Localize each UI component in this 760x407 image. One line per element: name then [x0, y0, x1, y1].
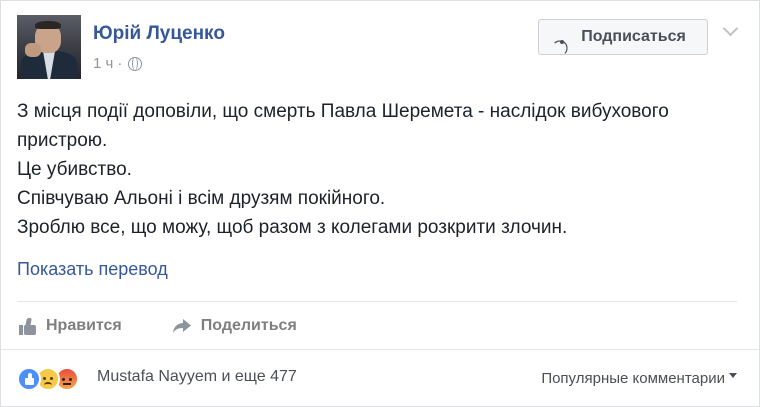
share-button-label: Поделиться [200, 317, 297, 334]
avatar-hair [35, 21, 61, 29]
follow-button-label: Подписаться [581, 28, 686, 45]
post-timestamp[interactable]: 1 ч [93, 55, 113, 72]
post-meta: 1 ч · [93, 55, 143, 72]
comment-sort-label: Популярные комментарии [541, 370, 725, 387]
like-button-label: Нравится [46, 317, 122, 334]
divider [1, 349, 759, 350]
follow-button[interactable]: Подписаться [538, 19, 708, 55]
chevron-down-icon[interactable] [723, 23, 737, 37]
avatar-hand [25, 43, 41, 57]
reaction-icons[interactable] [17, 367, 79, 391]
like-reaction-icon [17, 367, 41, 391]
post-body: З місця події доповіли, що смерть Павла … [17, 97, 737, 242]
author-name[interactable]: Юрій Луценко [93, 23, 225, 45]
divider [17, 301, 737, 302]
post-line: Зроблю все, що можу, щоб разом з колегам… [17, 217, 568, 238]
share-arrow-icon [172, 318, 192, 334]
post-line: З місця події доповіли, що смерть Павла … [17, 101, 669, 151]
rss-icon [560, 30, 574, 44]
show-translation-link[interactable]: Показать перевод [17, 259, 168, 280]
meta-separator: · [117, 55, 123, 72]
post-line: Співчуваю Альоні і всім друзям покійного… [17, 188, 386, 209]
caret-down-icon [729, 373, 737, 378]
globe-icon[interactable] [128, 56, 143, 71]
share-button[interactable]: Поделиться [172, 315, 297, 337]
action-bar: Нравится Поделиться [19, 315, 297, 337]
post-footer: Mustafa Nayyem и еще 477 Популярные комм… [17, 365, 737, 395]
reactions-summary[interactable]: Mustafa Nayyem и еще 477 [97, 368, 297, 386]
like-button[interactable]: Нравится [19, 315, 122, 337]
thumbs-up-icon [19, 317, 37, 335]
post-line: Це убивство. [17, 159, 132, 180]
author-avatar[interactable] [17, 15, 81, 79]
comment-sort-dropdown[interactable]: Популярные комментарии [541, 370, 737, 387]
post-card: Юрій Луценко 1 ч · Подписаться З місця п… [0, 0, 760, 407]
